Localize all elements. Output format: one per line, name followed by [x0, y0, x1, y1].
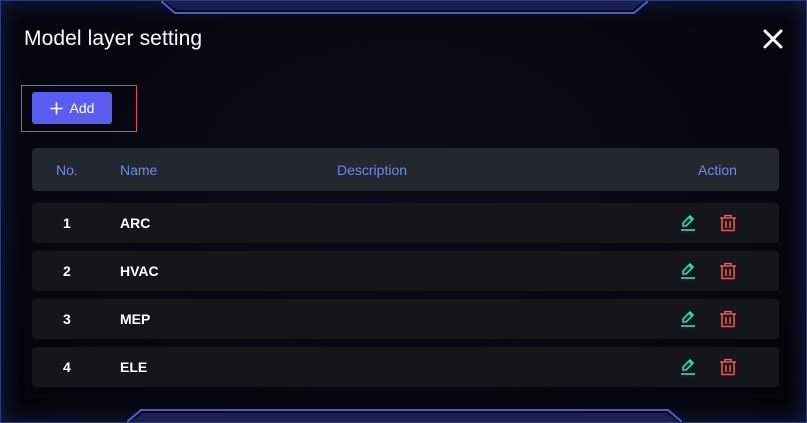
edit-icon[interactable]: [678, 357, 698, 377]
trash-icon[interactable]: [718, 309, 738, 329]
close-button[interactable]: [762, 28, 784, 50]
column-header-action: Action: [698, 162, 737, 178]
table-row: 3 MEP: [32, 299, 779, 339]
edit-icon[interactable]: [678, 213, 698, 233]
table-header: No. Name Description Action: [32, 148, 779, 191]
trash-icon[interactable]: [718, 261, 738, 281]
edit-icon[interactable]: [678, 261, 698, 281]
row-number: 1: [63, 215, 71, 231]
add-button-highlight: Add: [21, 85, 137, 132]
edit-icon[interactable]: [678, 309, 698, 329]
row-number: 4: [63, 359, 71, 375]
table-row: 2 HVAC: [32, 251, 779, 291]
trash-icon[interactable]: [718, 213, 738, 233]
model-layer-dialog: Model layer setting Add No. Name Descrip…: [0, 0, 807, 423]
table-row: 4 ELE: [32, 347, 779, 387]
add-button[interactable]: Add: [32, 92, 112, 124]
add-button-label: Add: [69, 100, 95, 116]
row-name: HVAC: [120, 263, 159, 279]
column-header-name: Name: [120, 162, 158, 178]
table-row: 1 ARC: [32, 203, 779, 243]
row-name: ARC: [120, 215, 151, 231]
column-header-no: No.: [56, 162, 78, 178]
row-name: ELE: [120, 359, 148, 375]
dialog-title: Model layer setting: [24, 27, 203, 50]
column-header-description: Description: [337, 162, 408, 178]
frame-top-decoration: [161, 1, 648, 14]
close-icon: [763, 29, 783, 49]
frame-bottom-decoration: [127, 409, 682, 422]
trash-icon[interactable]: [718, 357, 738, 377]
row-name: MEP: [120, 311, 151, 327]
plus-icon: [50, 102, 63, 114]
row-number: 3: [63, 311, 71, 327]
row-number: 2: [63, 263, 71, 279]
